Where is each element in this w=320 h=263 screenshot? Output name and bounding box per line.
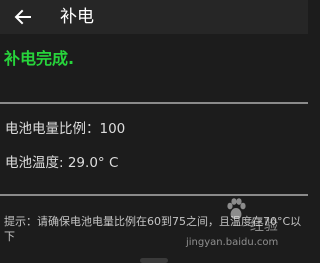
- battery-level-row: 电池电量比例：100: [5, 120, 125, 138]
- battery-level-label: 电池电量比例：: [5, 121, 100, 137]
- charge-complete-status: 补电完成.: [4, 49, 75, 68]
- battery-temp-value: 29.0° C: [67, 155, 119, 171]
- divider-top: [0, 102, 308, 104]
- divider-bottom: [0, 194, 308, 196]
- app-bar: 补电: [0, 0, 308, 34]
- battery-level-value: 100: [99, 121, 126, 137]
- bottom-indicator: [140, 258, 168, 263]
- back-button[interactable]: [10, 4, 36, 30]
- page-title: 补电: [60, 7, 94, 27]
- battery-temp-row: 电池温度: 29.0° C: [5, 154, 118, 172]
- arrow-left-icon: [14, 9, 31, 25]
- battery-temp-label: 电池温度:: [5, 155, 68, 171]
- hint-text: 提示：请确保电池电量比例在60到75之间，且温度在70°C以下: [4, 215, 302, 243]
